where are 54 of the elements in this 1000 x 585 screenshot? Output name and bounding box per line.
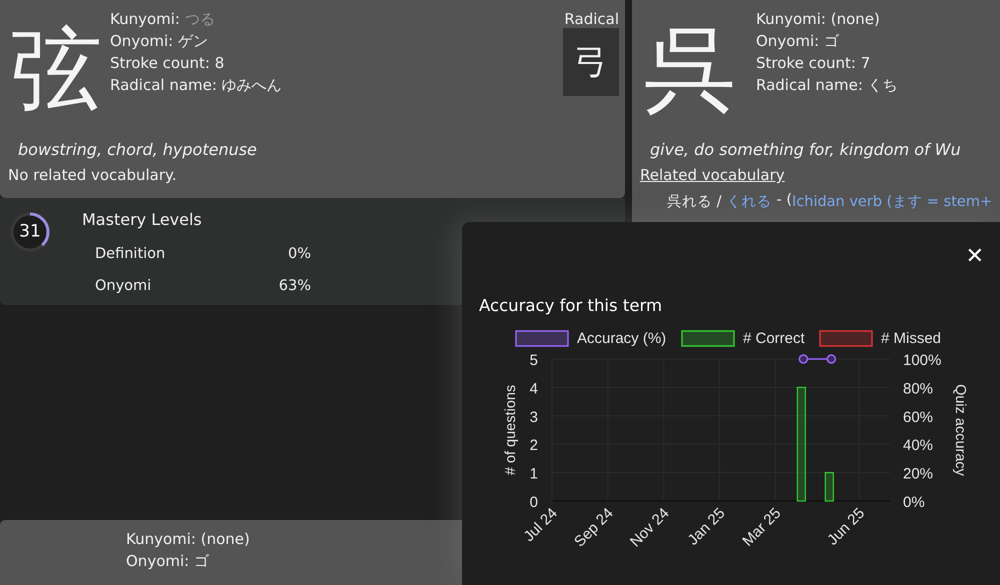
legend-label: # Missed <box>881 330 942 347</box>
mastery-value: 0% <box>288 245 311 264</box>
axis-tick-label: 1 <box>530 466 538 483</box>
reading-line: Kunyomi: (none) <box>126 528 250 550</box>
vocab-word: 呉れる / <box>667 193 722 211</box>
reading-line: Kunyomi: (none) <box>756 9 881 30</box>
radical-label: Radical <box>564 10 619 28</box>
reading-line: Onyomi: ゴ <box>126 550 209 572</box>
axis-tick-label: 3 <box>530 408 538 426</box>
level-number: 31 <box>19 224 41 240</box>
axis-tick-label: 80% <box>903 380 934 398</box>
axis-tick-label: 2 <box>530 437 538 454</box>
part-of-speech-text: Ichidan verb (ます = stem+ <box>792 193 992 211</box>
axis-tick-label: 5 <box>530 352 538 369</box>
axis-tick-label: 100% <box>903 352 942 369</box>
meaning-text: bowstring, chord, hypotenuse <box>17 139 258 161</box>
reading-line: Stroke count: 7 <box>756 53 872 74</box>
radical-glyph: 弓 <box>563 28 619 96</box>
axis-title: # of questions <box>503 384 519 476</box>
reading-line: Onyomi: ゲン <box>110 31 209 52</box>
chart-title: Accuracy for this term <box>479 296 662 315</box>
axis-tick-label: 20% <box>903 466 934 483</box>
reading-line: Radical name: くち <box>756 75 899 96</box>
mastery-title: Mastery Levels <box>82 210 203 230</box>
mastery-label: Definition <box>95 245 166 264</box>
chart-bar <box>824 472 834 502</box>
axis-tick-label: Jun 25 <box>824 504 868 549</box>
axis-tick-label: Jan 25 <box>684 504 728 549</box>
axis-tick-label: 40% <box>903 437 934 454</box>
accuracy-line <box>798 354 836 364</box>
legend-label: Accuracy (%) <box>577 330 666 347</box>
mastery-value: 63% <box>278 277 311 296</box>
reading-line: Stroke count: 8 <box>110 53 226 74</box>
reading-line: Onyomi: ゴ <box>756 31 840 52</box>
axis-tick-label: Nov 24 <box>626 504 673 550</box>
axis-tick-label: 60% <box>903 408 934 426</box>
axis-tick-label: 0% <box>903 494 925 511</box>
meaning-text: give, do something for, kingdom of Wu <box>649 139 962 161</box>
progress-ring <box>10 212 50 252</box>
reading-line: Kunyomi: つる <box>110 9 216 30</box>
separator-text: - ( <box>776 192 792 210</box>
legend-label: # Correct <box>743 330 805 347</box>
close-button[interactable]: ✕ <box>966 246 984 268</box>
reading-line: Radical name: ゆみへん <box>110 75 283 96</box>
vocabulary-heading: Related vocabulary <box>639 165 786 186</box>
kanji-character: 呉 <box>643 15 737 116</box>
axis-tick-label: Sep 24 <box>571 504 617 550</box>
axis-title: Quiz accuracy <box>952 384 968 476</box>
kanji-character: 弦 <box>9 15 103 116</box>
axis-tick-label: Mar 25 <box>739 504 784 550</box>
mastery-label: Onyomi <box>95 277 152 296</box>
axis-tick-label: 0 <box>530 494 538 511</box>
vocabulary-note: No related vocabulary. <box>7 165 178 186</box>
axis-tick-label: 4 <box>530 380 538 398</box>
